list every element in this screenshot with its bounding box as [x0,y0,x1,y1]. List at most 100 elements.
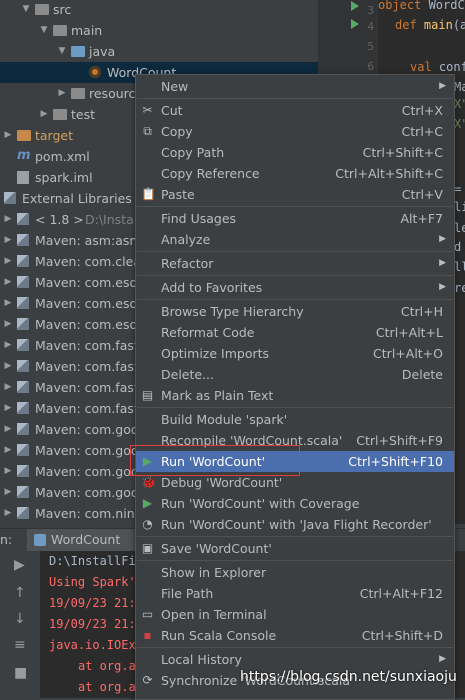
tree-item-path: D:\Instal [85,212,138,227]
code-keyword: def [395,18,424,32]
console-line: at org.ap [78,659,144,673]
menu-item-label: Find Usages [161,211,237,226]
chevron-right-icon[interactable]: ▶ [2,377,14,398]
chevron-right-icon[interactable]: ▶ [2,209,14,230]
highlight-annotation-box [130,445,300,476]
tree-item[interactable]: ▼ main [0,20,318,41]
menu-item-shortcut: Ctrl+Shift+F10 [348,454,443,469]
chevron-down-icon[interactable]: ▼ [38,20,50,41]
library-icon [17,255,29,267]
chevron-right-icon[interactable]: ▶ [2,251,14,272]
chevron-right-icon[interactable]: ▶ [2,440,14,461]
menu-item-shortcut: Ctrl+C [401,124,443,139]
tree-item-label: Maven: com.clea [35,254,142,269]
tree-item-label: java [89,44,116,59]
menu-item-run-wordcount-with-coverage[interactable]: ▶ Run 'WordCount' with Coverage [136,493,454,514]
plain-text-icon: ▤ [141,388,154,402]
menu-item-label: Analyze [161,232,211,247]
code-line: def main(a [395,18,465,32]
stop-icon[interactable]: ■ [14,665,27,681]
arrow-up-icon[interactable]: ↑ [14,585,26,601]
chevron-right-icon[interactable]: ▶ [38,104,50,125]
tree-item-label: Maven: com.faste [35,401,147,416]
tree-item[interactable]: ▼ java [0,41,318,62]
menu-item-refactor[interactable]: Refactor ▶ [136,253,454,274]
chevron-down-icon[interactable]: ▼ [20,0,32,20]
chevron-down-icon[interactable]: ▼ [56,41,68,62]
code-fragment: li [454,200,465,214]
menu-item-optimize-imports[interactable]: Optimize Imports Ctrl+Alt+O [136,343,454,364]
menu-item-label: Delete... [161,367,214,382]
menu-item-add-to-favorites[interactable]: Add to Favorites ▶ [136,277,454,298]
run-config-icon [34,534,46,546]
chevron-right-icon[interactable]: ▶ [2,419,14,440]
code-keyword: object [378,0,429,12]
tree-item[interactable]: ▼ src [0,0,318,20]
tree-item-label: Maven: com.goo [35,464,139,479]
folder-orange-icon [17,130,31,141]
chevron-right-icon[interactable]: ▶ [2,314,14,335]
menu-item-build-module-spark[interactable]: Build Module 'spark' [136,409,454,430]
chevron-right-icon[interactable]: ▶ [2,272,14,293]
menu-item-mark-as-plain-text[interactable]: ▤ Mark as Plain Text [136,385,454,406]
menu-separator [137,206,453,207]
code-fragment: Ma [454,80,465,94]
menu-item-run-scala-console[interactable]: ▪ Run Scala Console Ctrl+Shift+D [136,625,454,646]
code-fragment: le [454,221,465,235]
chevron-right-icon[interactable]: ▶ [2,461,14,482]
console-line: D:\InstallFi [49,554,136,568]
code-fragment: X" [454,117,465,131]
menu-item-copy-reference[interactable]: Copy Reference Ctrl+Alt+Shift+C [136,163,454,184]
menu-item-file-path[interactable]: File Path Ctrl+Alt+F12 [136,583,454,604]
tree-item-label: src [53,2,72,17]
submenu-arrow-icon: ▶ [439,654,446,664]
menu-item-new[interactable]: New ▶ [136,76,454,97]
menu-item-paste[interactable]: 📋 Paste Ctrl+V [136,184,454,205]
menu-item-show-in-explorer[interactable]: Show in Explorer [136,562,454,583]
menu-item-analyze[interactable]: Analyze ▶ [136,229,454,250]
menu-item-browse-type-hierarchy[interactable]: Browse Type Hierarchy Ctrl+H [136,301,454,322]
menu-item-delete[interactable]: Delete... Delete [136,364,454,385]
library-icon [17,402,29,414]
menu-item-shortcut: Alt+F7 [400,211,443,226]
menu-item-cut[interactable]: ✂ Cut Ctrl+X [136,100,454,121]
rerun-icon[interactable]: ▶ [14,557,25,573]
library-icon [17,423,29,435]
code-function: main [423,18,453,32]
context-menu: New ▶ ✂ Cut Ctrl+X ⧉ Copy Ctrl+C Copy Path Ctrl+S… [135,74,455,700]
chevron-right-icon[interactable]: ▶ [2,335,14,356]
chevron-right-icon[interactable]: ▶ [2,398,14,419]
library-icon [17,234,29,246]
chevron-right-icon[interactable]: ▶ [2,356,14,377]
tree-item-label: main [71,23,103,38]
folder-icon [35,4,49,15]
code-fragment: re [454,281,465,295]
menu-item-label: Refactor [161,256,214,271]
menu-item-local-history[interactable]: Local History ▶ [136,649,454,670]
menu-item-copy-path[interactable]: Copy Path Ctrl+Shift+C [136,142,454,163]
run-panel-label: n: [0,532,13,547]
watermark: https://blog.csdn.net/sunxiaoju [240,669,457,685]
library-icon [4,192,16,204]
chevron-right-icon[interactable]: ▶ [2,125,14,146]
chevron-right-icon[interactable]: ▶ [2,503,14,524]
menu-item-copy[interactable]: ⧉ Copy Ctrl+C [136,121,454,142]
menu-item-label: Copy Reference [161,166,260,181]
coverage-icon: ▶ [142,496,153,510]
arrow-down-icon[interactable]: ↓ [14,611,26,627]
menu-item-reformat-code[interactable]: Reformat Code Ctrl+Alt+L [136,322,454,343]
line-number: 6 [367,60,374,73]
menu-item-save-wordcount[interactable]: ▣ Save 'WordCount' [136,538,454,559]
menu-item-open-in-terminal[interactable]: ▭ Open in Terminal [136,604,454,625]
tree-item-label: test [71,107,96,122]
wrap-icon[interactable]: ≡ [14,637,26,653]
menu-separator [137,299,453,300]
chevron-right-icon[interactable]: ▶ [2,230,14,251]
menu-item-label: File Path [161,586,214,601]
chevron-right-icon[interactable]: ▶ [2,293,14,314]
menu-item-run-wordcount-with-java-flight-recorder[interactable]: ◔ Run 'WordCount' with 'Java Flight Recor… [136,514,454,535]
chevron-right-icon[interactable]: ▶ [2,482,14,503]
menu-item-shortcut: Ctrl+Alt+F12 [359,586,443,601]
chevron-right-icon[interactable]: ▶ [56,83,68,104]
menu-item-find-usages[interactable]: Find Usages Alt+F7 [136,208,454,229]
